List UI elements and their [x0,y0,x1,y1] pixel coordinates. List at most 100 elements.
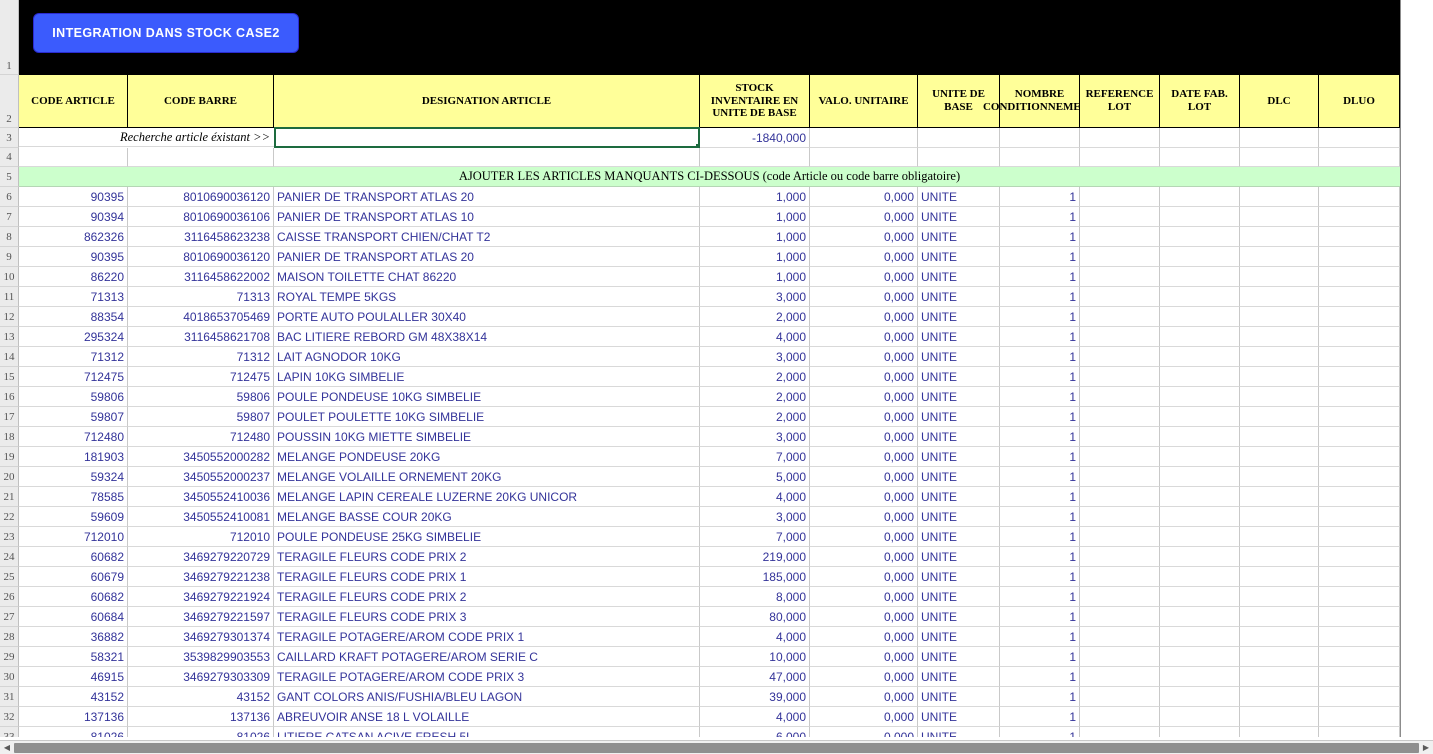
table-cell-designation[interactable]: TERAGILE FLEURS CODE PRIX 3 [274,607,700,627]
column-header-dlc[interactable]: DLC [1240,75,1319,128]
table-cell-designation[interactable]: POULET POULETTE 10KG SIMBELIE [274,407,700,427]
row-header-6[interactable]: 6 [0,187,19,207]
table-cell-valo[interactable]: 0,000 [810,307,918,327]
table-cell-valo[interactable]: 0,000 [810,647,918,667]
table-cell-ref_lot[interactable] [1080,367,1160,387]
table-cell-code_barre[interactable]: 3469279221238 [128,567,274,587]
table-cell-code_article[interactable]: 137136 [19,707,128,727]
table-cell-nb_cond[interactable]: 1 [1000,367,1080,387]
table-cell-stock_inv[interactable]: 219,000 [700,547,810,567]
table-cell-unite[interactable]: UNITE [918,707,1000,727]
table-cell-code_article[interactable]: 78585 [19,487,128,507]
table-cell-date_fab[interactable] [1160,407,1240,427]
table-cell-dluo[interactable] [1319,627,1400,647]
table-cell-valo[interactable]: 0,000 [810,267,918,287]
table-cell-valo[interactable]: 0,000 [810,207,918,227]
row-header-15[interactable]: 15 [0,367,19,387]
table-cell-unite[interactable]: UNITE [918,687,1000,707]
table-cell-dlc[interactable] [1240,427,1319,447]
table-cell-dluo[interactable] [1319,687,1400,707]
table-cell-stock_inv[interactable]: 3,000 [700,347,810,367]
table-cell-date_fab[interactable] [1160,307,1240,327]
table-cell-valo[interactable]: 0,000 [810,607,918,627]
table-cell-date_fab[interactable] [1160,387,1240,407]
table-cell-date_fab[interactable] [1160,267,1240,287]
row-header-24[interactable]: 24 [0,547,19,567]
table-cell-code_article[interactable]: 295324 [19,327,128,347]
table-cell-date_fab[interactable] [1160,187,1240,207]
table-cell-date_fab[interactable] [1160,487,1240,507]
table-cell-ref_lot[interactable] [1080,647,1160,667]
table-cell-date_fab[interactable] [1160,667,1240,687]
table-cell-valo[interactable]: 0,000 [810,187,918,207]
table-cell-ref_lot[interactable] [1080,687,1160,707]
table-cell-nb_cond[interactable]: 1 [1000,467,1080,487]
row-header-22[interactable]: 22 [0,507,19,527]
horizontal-scrollbar[interactable]: ◀ ▶ [0,740,1433,754]
table-cell-designation[interactable]: POULE PONDEUSE 10KG SIMBELIE [274,387,700,407]
row-header-5[interactable]: 5 [0,167,19,187]
search-article-input[interactable] [274,127,700,148]
table-cell-dlc[interactable] [1240,407,1319,427]
table-cell-dluo[interactable] [1319,407,1400,427]
row-header-30[interactable]: 30 [0,667,19,687]
row-header-26[interactable]: 26 [0,587,19,607]
table-cell-stock_inv[interactable]: 4,000 [700,627,810,647]
table-cell-unite[interactable]: UNITE [918,447,1000,467]
table-cell-valo[interactable]: 0,000 [810,687,918,707]
search-row-cell-dluo[interactable] [1319,128,1400,148]
table-cell-ref_lot[interactable] [1080,347,1160,367]
table-cell-code_article[interactable]: 181903 [19,447,128,467]
table-cell-nb_cond[interactable]: 1 [1000,547,1080,567]
table-cell-unite[interactable]: UNITE [918,507,1000,527]
table-cell-dluo[interactable] [1319,547,1400,567]
table-cell-nb_cond[interactable]: 1 [1000,647,1080,667]
table-cell-nb_cond[interactable]: 1 [1000,307,1080,327]
row-header-14[interactable]: 14 [0,347,19,367]
table-cell-code_article[interactable]: 58321 [19,647,128,667]
table-cell-dlc[interactable] [1240,527,1319,547]
table-cell-date_fab[interactable] [1160,467,1240,487]
table-cell-dlc[interactable] [1240,707,1319,727]
table-cell-dluo[interactable] [1319,647,1400,667]
table-cell-nb_cond[interactable]: 1 [1000,707,1080,727]
table-cell-dlc[interactable] [1240,387,1319,407]
table-cell-ref_lot[interactable] [1080,547,1160,567]
table-cell-code_article[interactable]: 862326 [19,227,128,247]
table-cell-code_article[interactable]: 59806 [19,387,128,407]
table-cell-ref_lot[interactable] [1080,707,1160,727]
table-cell-code_barre[interactable]: 3539829903553 [128,647,274,667]
table-cell-unite[interactable]: UNITE [918,467,1000,487]
table-cell-code_barre[interactable]: 3469279303309 [128,667,274,687]
table-cell-nb_cond[interactable]: 1 [1000,607,1080,627]
column-header-dluo[interactable]: DLUO [1319,75,1400,128]
table-cell-designation[interactable]: MELANGE PONDEUSE 20KG [274,447,700,467]
table-cell-ref_lot[interactable] [1080,287,1160,307]
table-cell-date_fab[interactable] [1160,647,1240,667]
table-cell-dlc[interactable] [1240,587,1319,607]
table-cell-code_barre[interactable]: 3450552410081 [128,507,274,527]
table-cell-valo[interactable]: 0,000 [810,287,918,307]
table-cell-unite[interactable]: UNITE [918,247,1000,267]
table-cell-dluo[interactable] [1319,607,1400,627]
table-cell-valo[interactable]: 0,000 [810,347,918,367]
table-cell-designation[interactable]: MELANGE BASSE COUR 20KG [274,507,700,527]
table-cell-unite[interactable]: UNITE [918,407,1000,427]
table-cell-nb_cond[interactable]: 1 [1000,347,1080,367]
table-cell-code_barre[interactable]: 8010690036106 [128,207,274,227]
table-cell-date_fab[interactable] [1160,547,1240,567]
table-cell-stock_inv[interactable]: 80,000 [700,607,810,627]
table-cell-dlc[interactable] [1240,487,1319,507]
table-cell-stock_inv[interactable]: 5,000 [700,467,810,487]
row-header-23[interactable]: 23 [0,527,19,547]
table-cell-date_fab[interactable] [1160,627,1240,647]
table-cell-valo[interactable]: 0,000 [810,407,918,427]
table-cell-code_barre[interactable]: 3450552000237 [128,467,274,487]
table-cell-stock_inv[interactable]: 2,000 [700,367,810,387]
table-cell-nb_cond[interactable]: 1 [1000,507,1080,527]
table-cell-code_barre[interactable]: 8010690036120 [128,187,274,207]
table-cell-designation[interactable]: PORTE AUTO POULALLER 30X40 [274,307,700,327]
table-cell-unite[interactable]: UNITE [918,567,1000,587]
table-cell-dlc[interactable] [1240,647,1319,667]
table-cell-unite[interactable]: UNITE [918,527,1000,547]
